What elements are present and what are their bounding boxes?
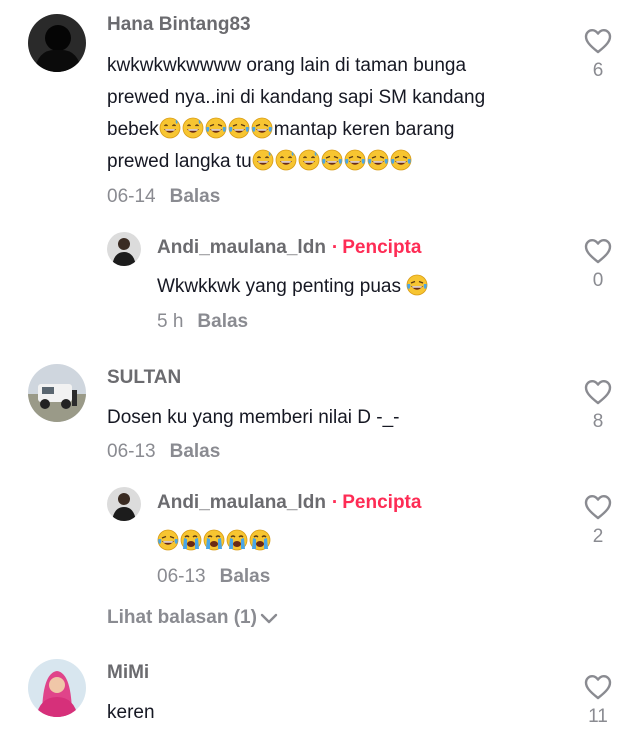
tears-of-joy-emoji [251, 117, 273, 139]
grinning-sweat-emoji [159, 117, 181, 139]
reply-button[interactable]: Balas [170, 186, 221, 207]
view-replies-label: Lihat balasan (1) [107, 607, 257, 628]
creator-badge: Pencipta [342, 237, 422, 258]
heart-outline-icon [584, 29, 612, 54]
creator-badge: Pencipta [342, 492, 422, 513]
loudly-crying-emoji [203, 529, 225, 551]
comment-text-line: kwkwkwkwwww orang lain di taman bunga [107, 55, 467, 76]
comment-author[interactable]: MiMi [107, 662, 149, 684]
comment-text-line: bebek mantap keren barang [107, 114, 547, 146]
avatar[interactable] [107, 232, 141, 266]
comment-date: 06-13 [107, 441, 156, 462]
author-name[interactable]: Andi_maulana_ldn [157, 237, 326, 258]
loudly-crying-emoji [180, 529, 202, 551]
badge-separator: · [331, 492, 339, 513]
heart-outline-icon [584, 675, 612, 700]
grinning-sweat-emoji [182, 117, 204, 139]
like-count: 8 [592, 411, 604, 432]
comment-text-fragment: prewed langka tu [107, 151, 252, 172]
loudly-crying-emoji [249, 529, 271, 551]
chevron-down-icon [260, 613, 278, 624]
comment-author: Andi_maulana_ldn · Pencipta [157, 237, 421, 259]
heart-outline-icon [584, 239, 612, 264]
heart-outline-icon [584, 380, 612, 405]
comment-text-fragment: bebek [107, 119, 159, 140]
emoji-group [252, 149, 413, 172]
comment-text: keren [107, 702, 155, 723]
comment-date: 5 h [157, 311, 184, 332]
like-button[interactable]: 2 [582, 494, 614, 548]
like-button[interactable]: 0 [582, 238, 614, 292]
comment-text-line: prewed nya..ini di kandang sapi SM kanda… [107, 87, 486, 108]
grinning-sweat-emoji [298, 149, 320, 171]
comment-text: Dosen ku yang memberi nilai D -_- [107, 407, 400, 428]
like-button[interactable]: 6 [582, 28, 614, 82]
emoji-group [406, 274, 429, 297]
tears-of-joy-emoji [321, 149, 343, 171]
avatar[interactable] [107, 487, 141, 521]
tears-of-joy-emoji [367, 149, 389, 171]
comment-text: kwkwkwkwwww orang lain di taman bunga pr… [107, 50, 547, 178]
grinning-sweat-emoji [275, 149, 297, 171]
comment-meta: 06-13 Balas [107, 441, 220, 463]
avatar[interactable] [28, 14, 86, 72]
tears-of-joy-emoji [390, 149, 412, 171]
tears-of-joy-emoji [344, 149, 366, 171]
comment-meta: 06-13 Balas [157, 566, 270, 588]
grinning-sweat-emoji [252, 149, 274, 171]
reply-button[interactable]: Balas [197, 311, 248, 332]
like-button[interactable]: 11 [582, 674, 614, 728]
badge-separator: · [331, 237, 339, 258]
view-replies-button[interactable]: Lihat balasan (1) [107, 607, 278, 629]
tears-of-joy-emoji [406, 274, 428, 296]
comment-date: 06-14 [107, 186, 156, 207]
avatar[interactable] [28, 659, 86, 717]
comment-author[interactable]: Hana Bintang83 [107, 14, 251, 36]
comment-text: Wkwkkwk yang penting puas [157, 271, 429, 303]
comment-date: 06-13 [157, 566, 206, 587]
heart-outline-icon [584, 495, 612, 520]
comment-text-fragment: mantap keren barang [273, 119, 455, 140]
comment-text-line: prewed langka tu [107, 146, 547, 178]
tears-of-joy-emoji [228, 117, 250, 139]
comment-meta: 06-14 Balas [107, 186, 220, 208]
like-button[interactable]: 8 [582, 379, 614, 433]
reply-button[interactable]: Balas [170, 441, 221, 462]
author-name[interactable]: Andi_maulana_ldn [157, 492, 326, 513]
tears-of-joy-emoji [157, 529, 179, 551]
comment-text [157, 526, 272, 558]
like-count: 0 [592, 270, 604, 291]
loudly-crying-emoji [226, 529, 248, 551]
comment-author[interactable]: SULTAN [107, 367, 181, 389]
avatar[interactable] [28, 364, 86, 422]
like-count: 6 [592, 60, 604, 81]
reply-button[interactable]: Balas [220, 566, 271, 587]
like-count: 11 [588, 706, 608, 727]
comment-text-fragment: Wkwkkwk yang penting puas [157, 276, 401, 297]
tears-of-joy-emoji [205, 117, 227, 139]
comment-author: Andi_maulana_ldn · Pencipta [157, 492, 421, 514]
emoji-group [157, 529, 272, 552]
like-count: 2 [592, 526, 604, 547]
emoji-group [159, 117, 274, 140]
comment-meta: 5 h Balas [157, 311, 248, 333]
